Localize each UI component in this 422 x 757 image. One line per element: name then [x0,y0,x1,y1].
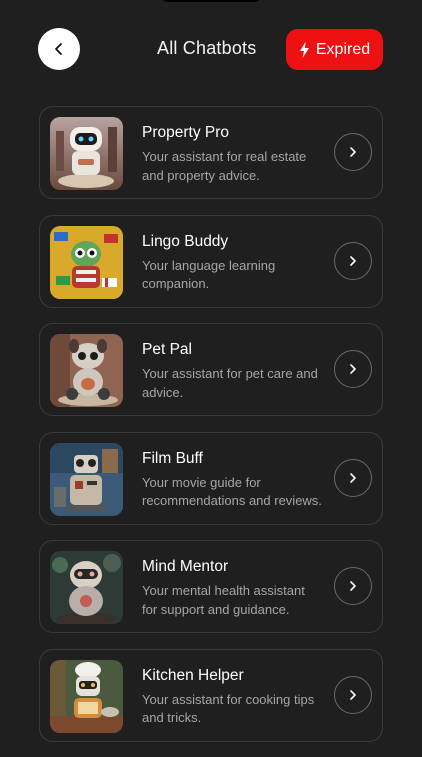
lightning-icon [299,41,309,58]
chatbot-card-mind-mentor[interactable]: Mind Mentor Your mental health assistant… [39,540,383,633]
chatbot-description: Your assistant for pet care and advice. [142,366,318,400]
kitchen-helper-avatar [50,659,123,733]
chatbot-description: Your movie guide for recommendations and… [142,474,322,509]
lingo-buddy-avatar [50,225,123,299]
chevron-right-icon [350,364,356,374]
pet-pal-avatar [50,334,123,407]
chevron-right-icon [350,255,356,266]
chatbot-list: Property Pro Your assistant for real est… [39,106,383,757]
chatbot-name: Film Buff [142,449,203,467]
header: All Chatbots Expired [0,0,422,100]
chatbot-description: Your mental health assistant for support… [142,583,305,617]
chevron-right-icon [350,472,356,483]
chatbot-card-pet-pal[interactable]: Pet Pal Your assistant for pet care and … [39,323,383,416]
back-button[interactable] [38,28,80,70]
film-buff-avatar [50,442,123,516]
chatbot-card-kitchen-helper[interactable]: Kitchen Helper Your assistant for cookin… [39,648,383,742]
chatbot-name: Pet Pal [142,341,192,358]
chatbot-name: Kitchen Helper [142,666,244,684]
page-title: All Chatbots [157,38,257,58]
open-chatbot-button[interactable] [334,133,372,171]
mind-mentor-avatar [50,551,123,624]
chatbot-name: Lingo Buddy [142,232,229,250]
open-chatbot-button[interactable] [334,241,372,280]
property-pro-avatar [50,117,123,190]
open-chatbot-button[interactable] [334,458,372,497]
open-chatbot-button[interactable] [334,350,372,388]
open-chatbot-button[interactable] [334,567,372,605]
chevron-left-icon [55,43,62,55]
chatbot-description: Your assistant for cooking tips and tric… [142,691,315,726]
chevron-right-icon [350,581,356,591]
expired-button[interactable]: Expired [286,29,383,70]
chevron-right-icon [350,689,356,700]
chevron-right-icon [350,147,356,157]
chatbot-card-property-pro[interactable]: Property Pro Your assistant for real est… [39,106,383,199]
chatbot-description: Your assistant for real estate and prope… [142,149,307,183]
chatbot-card-lingo-buddy[interactable]: Lingo Buddy Your language learning compa… [39,214,383,308]
chatbot-card-film-buff[interactable]: Film Buff Your movie guide for recommend… [39,431,383,525]
open-chatbot-button[interactable] [334,675,372,714]
expired-label: Expired [315,40,371,58]
chatbot-description: Your language learning companion. [142,257,276,292]
chatbot-name: Property Pro [142,124,230,141]
chatbot-name: Mind Mentor [142,558,229,575]
